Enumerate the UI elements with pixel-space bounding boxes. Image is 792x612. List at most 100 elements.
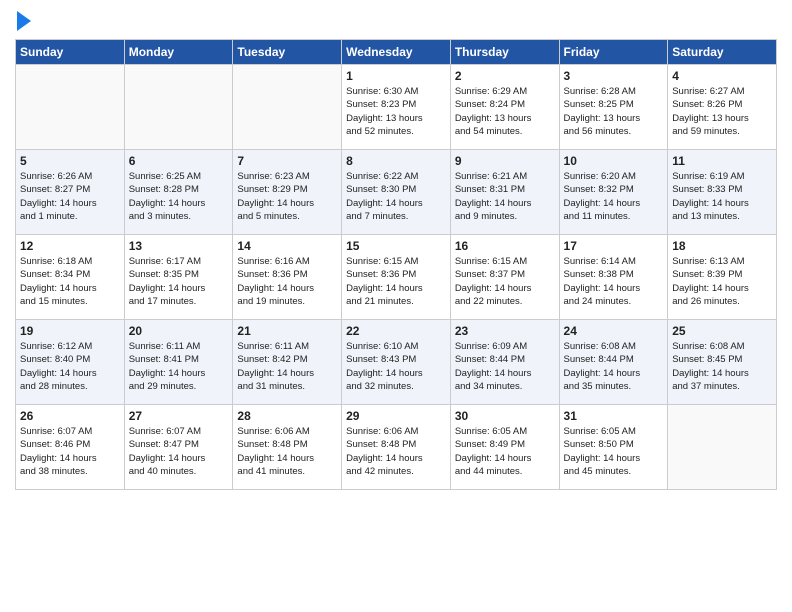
calendar-cell: 31 Sunrise: 6:05 AM Sunset: 8:50 PM Dayli… <box>559 405 668 490</box>
day-number: 26 <box>20 409 120 423</box>
weekday-header-tuesday: Tuesday <box>233 40 342 65</box>
calendar-cell <box>16 65 125 150</box>
day-info: Sunrise: 6:21 AM Sunset: 8:31 PM Dayligh… <box>455 170 555 223</box>
calendar-cell: 26 Sunrise: 6:07 AM Sunset: 8:46 PM Dayli… <box>16 405 125 490</box>
day-number: 18 <box>672 239 772 253</box>
calendar-cell: 29Sunrise: 6:06 AM Sunset: 8:48 PM Dayli… <box>342 405 451 490</box>
day-number: 14 <box>237 239 337 253</box>
calendar-table: SundayMondayTuesdayWednesdayThursdayFrid… <box>15 39 777 490</box>
weekday-header-saturday: Saturday <box>668 40 777 65</box>
day-number: 13 <box>129 239 229 253</box>
calendar-cell: 12 Sunrise: 6:18 AM Sunset: 8:34 PM Dayli… <box>16 235 125 320</box>
day-number: 28 <box>237 409 337 423</box>
week-row-1: 1 Sunrise: 6:30 AM Sunset: 8:23 PM Daylig… <box>16 65 777 150</box>
day-number: 23 <box>455 324 555 338</box>
calendar-cell: 3 Sunrise: 6:28 AM Sunset: 8:25 PM Daylig… <box>559 65 668 150</box>
day-number: 15 <box>346 239 446 253</box>
calendar-cell: 8 Sunrise: 6:22 AM Sunset: 8:30 PM Daylig… <box>342 150 451 235</box>
day-number: 27 <box>129 409 229 423</box>
day-number: 7 <box>237 154 337 168</box>
day-number: 21 <box>237 324 337 338</box>
day-info: Sunrise: 6:22 AM Sunset: 8:30 PM Dayligh… <box>346 170 446 223</box>
calendar-cell: 5 Sunrise: 6:26 AM Sunset: 8:27 PM Daylig… <box>16 150 125 235</box>
calendar-cell: 24 Sunrise: 6:08 AM Sunset: 8:44 PM Dayli… <box>559 320 668 405</box>
day-info: Sunrise: 6:28 AM Sunset: 8:25 PM Dayligh… <box>564 85 664 138</box>
day-number: 3 <box>564 69 664 83</box>
calendar-cell: 14 Sunrise: 6:16 AM Sunset: 8:36 PM Dayli… <box>233 235 342 320</box>
day-info: Sunrise: 6:17 AM Sunset: 8:35 PM Dayligh… <box>129 255 229 308</box>
day-number: 1 <box>346 69 446 83</box>
day-info: Sunrise: 6:06 AM Sunset: 8:48 PM Dayligh… <box>237 425 337 478</box>
calendar-cell: 28 Sunrise: 6:06 AM Sunset: 8:48 PM Dayli… <box>233 405 342 490</box>
day-info: Sunrise: 6:10 AM Sunset: 8:43 PM Dayligh… <box>346 340 446 393</box>
calendar-cell: 9 Sunrise: 6:21 AM Sunset: 8:31 PM Daylig… <box>450 150 559 235</box>
week-row-5: 26 Sunrise: 6:07 AM Sunset: 8:46 PM Dayli… <box>16 405 777 490</box>
weekday-header-sunday: Sunday <box>16 40 125 65</box>
week-row-2: 5 Sunrise: 6:26 AM Sunset: 8:27 PM Daylig… <box>16 150 777 235</box>
day-info: Sunrise: 6:18 AM Sunset: 8:34 PM Dayligh… <box>20 255 120 308</box>
day-info: Sunrise: 6:06 AM Sunset: 8:48 PM Dayligh… <box>346 425 446 478</box>
calendar-cell <box>233 65 342 150</box>
day-info: Sunrise: 6:13 AM Sunset: 8:39 PM Dayligh… <box>672 255 772 308</box>
day-info: Sunrise: 6:08 AM Sunset: 8:45 PM Dayligh… <box>672 340 772 393</box>
day-number: 25 <box>672 324 772 338</box>
day-info: Sunrise: 6:07 AM Sunset: 8:46 PM Dayligh… <box>20 425 120 478</box>
calendar-cell: 6Sunrise: 6:25 AM Sunset: 8:28 PM Daylig… <box>124 150 233 235</box>
day-number: 22 <box>346 324 446 338</box>
weekday-header-monday: Monday <box>124 40 233 65</box>
calendar-cell: 11 Sunrise: 6:19 AM Sunset: 8:33 PM Dayli… <box>668 150 777 235</box>
calendar-cell: 19Sunrise: 6:12 AM Sunset: 8:40 PM Dayli… <box>16 320 125 405</box>
calendar-cell: 16 Sunrise: 6:15 AM Sunset: 8:37 PM Dayli… <box>450 235 559 320</box>
calendar-cell: 21 Sunrise: 6:11 AM Sunset: 8:42 PM Dayli… <box>233 320 342 405</box>
day-info: Sunrise: 6:15 AM Sunset: 8:36 PM Dayligh… <box>346 255 446 308</box>
day-number: 2 <box>455 69 555 83</box>
logo-arrow-icon <box>17 11 31 31</box>
calendar-cell: 25 Sunrise: 6:08 AM Sunset: 8:45 PM Dayli… <box>668 320 777 405</box>
day-info: Sunrise: 6:08 AM Sunset: 8:44 PM Dayligh… <box>564 340 664 393</box>
day-info: Sunrise: 6:05 AM Sunset: 8:49 PM Dayligh… <box>455 425 555 478</box>
day-number: 24 <box>564 324 664 338</box>
weekday-header-thursday: Thursday <box>450 40 559 65</box>
calendar-cell <box>668 405 777 490</box>
day-number: 19 <box>20 324 120 338</box>
calendar-cell: 17Sunrise: 6:14 AM Sunset: 8:38 PM Dayli… <box>559 235 668 320</box>
day-info: Sunrise: 6:05 AM Sunset: 8:50 PM Dayligh… <box>564 425 664 478</box>
day-number: 5 <box>20 154 120 168</box>
page-header <box>15 10 777 31</box>
calendar-cell <box>124 65 233 150</box>
day-info: Sunrise: 6:11 AM Sunset: 8:42 PM Dayligh… <box>237 340 337 393</box>
weekday-header-row: SundayMondayTuesdayWednesdayThursdayFrid… <box>16 40 777 65</box>
day-number: 4 <box>672 69 772 83</box>
day-info: Sunrise: 6:15 AM Sunset: 8:37 PM Dayligh… <box>455 255 555 308</box>
calendar-cell: 15 Sunrise: 6:15 AM Sunset: 8:36 PM Dayli… <box>342 235 451 320</box>
day-number: 20 <box>129 324 229 338</box>
day-info: Sunrise: 6:23 AM Sunset: 8:29 PM Dayligh… <box>237 170 337 223</box>
calendar-cell: 20 Sunrise: 6:11 AM Sunset: 8:41 PM Dayli… <box>124 320 233 405</box>
day-number: 10 <box>564 154 664 168</box>
day-number: 8 <box>346 154 446 168</box>
day-number: 30 <box>455 409 555 423</box>
day-info: Sunrise: 6:19 AM Sunset: 8:33 PM Dayligh… <box>672 170 772 223</box>
day-info: Sunrise: 6:26 AM Sunset: 8:27 PM Dayligh… <box>20 170 120 223</box>
calendar-cell: 7 Sunrise: 6:23 AM Sunset: 8:29 PM Daylig… <box>233 150 342 235</box>
day-info: Sunrise: 6:25 AM Sunset: 8:28 PM Dayligh… <box>129 170 229 223</box>
day-info: Sunrise: 6:09 AM Sunset: 8:44 PM Dayligh… <box>455 340 555 393</box>
calendar-cell: 30 Sunrise: 6:05 AM Sunset: 8:49 PM Dayli… <box>450 405 559 490</box>
logo <box>15 10 31 31</box>
day-number: 12 <box>20 239 120 253</box>
day-info: Sunrise: 6:14 AM Sunset: 8:38 PM Dayligh… <box>564 255 664 308</box>
day-info: Sunrise: 6:27 AM Sunset: 8:26 PM Dayligh… <box>672 85 772 138</box>
day-number: 31 <box>564 409 664 423</box>
calendar-cell: 18 Sunrise: 6:13 AM Sunset: 8:39 PM Dayli… <box>668 235 777 320</box>
day-info: Sunrise: 6:30 AM Sunset: 8:23 PM Dayligh… <box>346 85 446 138</box>
day-number: 11 <box>672 154 772 168</box>
calendar-cell: 10Sunrise: 6:20 AM Sunset: 8:32 PM Dayli… <box>559 150 668 235</box>
day-number: 16 <box>455 239 555 253</box>
calendar-cell: 2 Sunrise: 6:29 AM Sunset: 8:24 PM Daylig… <box>450 65 559 150</box>
day-number: 9 <box>455 154 555 168</box>
week-row-3: 12 Sunrise: 6:18 AM Sunset: 8:34 PM Dayli… <box>16 235 777 320</box>
day-info: Sunrise: 6:16 AM Sunset: 8:36 PM Dayligh… <box>237 255 337 308</box>
day-info: Sunrise: 6:11 AM Sunset: 8:41 PM Dayligh… <box>129 340 229 393</box>
day-info: Sunrise: 6:29 AM Sunset: 8:24 PM Dayligh… <box>455 85 555 138</box>
calendar-cell: 23 Sunrise: 6:09 AM Sunset: 8:44 PM Dayli… <box>450 320 559 405</box>
